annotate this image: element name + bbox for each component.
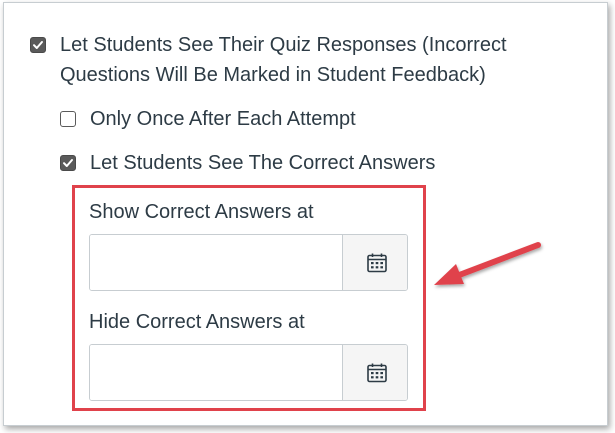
hide-correct-date-group xyxy=(89,344,408,401)
hide-correct-calendar-button[interactable] xyxy=(342,345,407,400)
see-correct-label: Let Students See The Correct Answers xyxy=(90,152,436,174)
show-correct-calendar-button[interactable] xyxy=(342,235,407,290)
calendar-icon xyxy=(367,253,387,272)
only-once-checkbox[interactable] xyxy=(60,111,76,127)
checkmark-icon xyxy=(33,41,43,49)
show-correct-input[interactable] xyxy=(90,235,342,290)
hide-correct-input[interactable] xyxy=(90,345,342,400)
option-see-responses[interactable]: Let Students See Their Quiz Responses (I… xyxy=(30,30,550,90)
show-correct-date-group xyxy=(89,234,408,291)
checkmark-icon xyxy=(63,159,73,167)
see-responses-label: Let Students See Their Quiz Responses (I… xyxy=(60,34,507,86)
calendar-icon xyxy=(367,363,387,382)
option-only-once[interactable]: Only Once After Each Attempt xyxy=(60,104,356,134)
see-responses-checkbox[interactable] xyxy=(30,37,46,53)
show-correct-label: Show Correct Answers at xyxy=(89,201,314,223)
hide-correct-label: Hide Correct Answers at xyxy=(89,311,305,333)
see-correct-checkbox[interactable] xyxy=(60,155,76,171)
pointer-arrow-icon xyxy=(434,242,541,285)
only-once-label: Only Once After Each Attempt xyxy=(90,108,356,130)
option-see-correct[interactable]: Let Students See The Correct Answers xyxy=(60,148,435,178)
